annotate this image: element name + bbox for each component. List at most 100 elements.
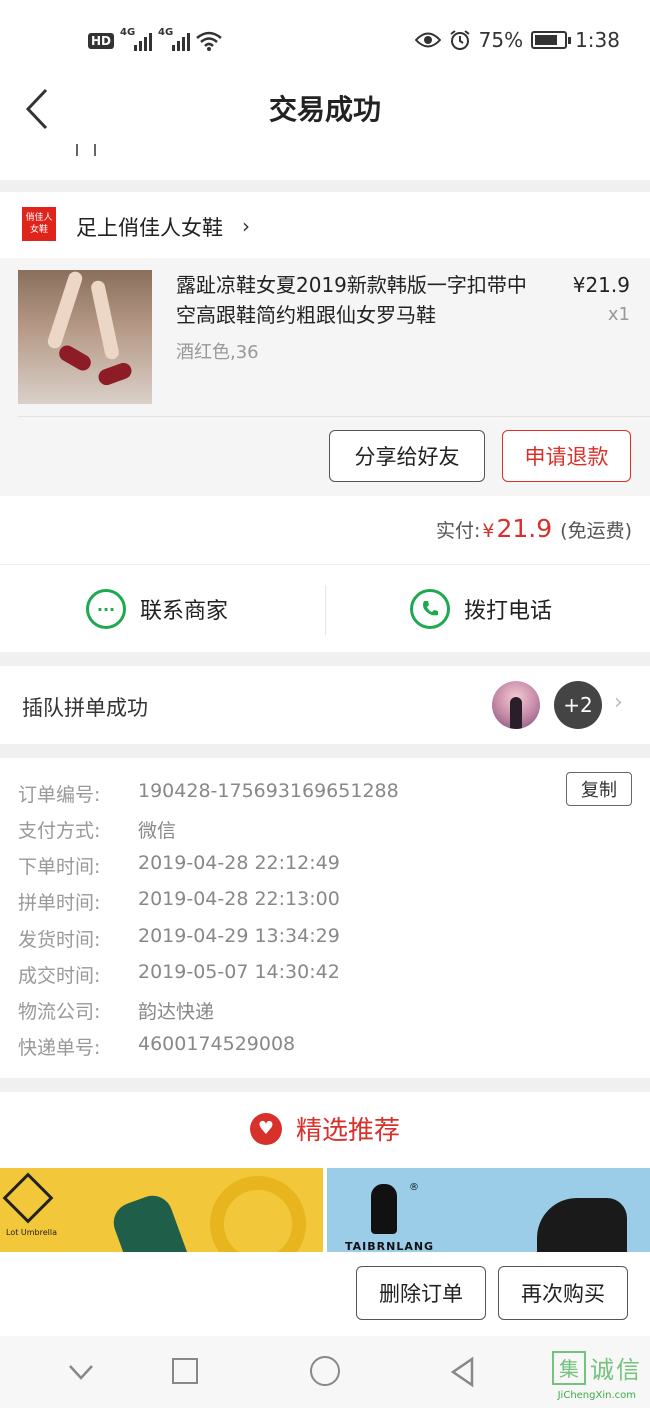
watermark: 集 诚信 bbox=[552, 1350, 642, 1385]
order-info: 订单编号: 190428-175693169651288 复制 支付方式: 微信… bbox=[0, 758, 650, 1078]
refund-button[interactable]: 申请退款 bbox=[502, 430, 631, 482]
info-value: 2019-05-07 14:30:42 bbox=[138, 961, 340, 983]
brand-name: Lot Umbrella bbox=[6, 1228, 57, 1237]
delete-order-button[interactable]: 删除订单 bbox=[356, 1266, 486, 1320]
info-row-deal-time: 成交时间: 2019-05-07 14:30:42 bbox=[18, 961, 340, 988]
bottom-action-bar: 删除订单 再次购买 bbox=[0, 1252, 650, 1336]
info-value: 微信 bbox=[138, 820, 177, 842]
divider bbox=[325, 585, 326, 635]
signal-icon: 4G bbox=[158, 27, 191, 51]
phone-icon bbox=[410, 589, 450, 629]
copy-button[interactable]: 复制 bbox=[566, 772, 632, 806]
info-value[interactable]: 4600174529008 bbox=[138, 1033, 295, 1060]
status-bar: HD 4G 4G 75% 1:38 bbox=[0, 0, 650, 80]
info-row-group-time: 拼单时间: 2019-04-28 22:13:00 bbox=[18, 888, 340, 915]
chevron-right-icon: › bbox=[614, 690, 623, 715]
info-row-tracking: 快递单号: 4600174529008 bbox=[18, 1033, 295, 1060]
payment-label: 实付: bbox=[436, 520, 481, 542]
payment-note: (免运费) bbox=[560, 520, 632, 542]
network-type: 4G bbox=[158, 27, 174, 38]
alarm-icon bbox=[450, 30, 470, 50]
info-label: 订单编号: bbox=[18, 784, 101, 806]
store-name[interactable]: 足上俏佳人女鞋 bbox=[76, 212, 223, 242]
chevron-down-icon[interactable] bbox=[66, 1354, 96, 1390]
avatar-more[interactable]: +2 bbox=[554, 681, 602, 729]
system-nav-bar: 集 诚信 JiChengXin.com bbox=[0, 1336, 650, 1408]
eye-icon bbox=[414, 32, 441, 48]
info-value: 2019-04-28 22:13:00 bbox=[138, 888, 340, 910]
recommend-section: ♥ 精选推荐 Lot Umbrella ® TAIBRNLANG bbox=[0, 1092, 650, 1252]
product-quantity: x1 bbox=[607, 304, 630, 325]
info-row-payment-method: 支付方式: 微信 bbox=[18, 816, 176, 843]
registered-mark: ® bbox=[409, 1182, 419, 1193]
watermark-text: 诚信 bbox=[590, 1356, 642, 1384]
chat-icon: ··· bbox=[86, 589, 126, 629]
info-label: 物流公司: bbox=[18, 1001, 101, 1023]
recommend-title: 精选推荐 bbox=[295, 1116, 400, 1146]
info-label: 支付方式: bbox=[18, 820, 101, 842]
info-value: 韵达快递 bbox=[138, 1001, 215, 1023]
info-value: 2019-04-28 22:12:49 bbox=[138, 852, 340, 874]
scroll-artifact bbox=[76, 144, 96, 156]
buy-again-button[interactable]: 再次购买 bbox=[498, 1266, 628, 1320]
info-label: 发货时间: bbox=[18, 929, 101, 951]
product-title[interactable]: 露趾凉鞋女夏2019新款韩版一字扣带中空高跟鞋简约粗跟仙女罗马鞋 bbox=[176, 270, 546, 330]
call-phone-label: 拨打电话 bbox=[464, 599, 553, 624]
call-phone-button[interactable]: 拨打电话 bbox=[410, 565, 552, 653]
product-variant: 酒红色,36 bbox=[176, 342, 259, 363]
info-value: 190428-175693169651288 bbox=[138, 780, 399, 802]
payment-row: 实付: ¥ 21.9 (免运费) bbox=[436, 514, 632, 543]
battery-percent: 75% bbox=[478, 28, 524, 52]
payment-summary: 实付: ¥ 21.9 (免运费) bbox=[0, 496, 650, 564]
chevron-right-icon: › bbox=[242, 214, 250, 238]
info-label: 下单时间: bbox=[18, 856, 101, 878]
headphone-image bbox=[210, 1176, 306, 1252]
battery-icon bbox=[531, 31, 572, 49]
info-row-order-time: 下单时间: 2019-04-28 22:12:49 bbox=[18, 852, 340, 879]
recents-icon[interactable] bbox=[172, 1358, 198, 1384]
avatar[interactable] bbox=[492, 681, 540, 729]
info-row-order-number: 订单编号: 190428-175693169651288 bbox=[18, 780, 399, 807]
brand-logo bbox=[2, 1172, 54, 1224]
recommend-header: ♥ 精选推荐 bbox=[0, 1110, 650, 1147]
share-button[interactable]: 分享给好友 bbox=[329, 430, 485, 482]
payment-amount: 21.9 bbox=[496, 514, 553, 543]
info-row-logistics: 物流公司: 韵达快递 bbox=[18, 997, 214, 1024]
recommend-card[interactable]: Lot Umbrella bbox=[0, 1168, 323, 1252]
contact-merchant-label: 联系商家 bbox=[140, 599, 229, 624]
divider bbox=[18, 416, 650, 417]
back-triangle-icon[interactable] bbox=[448, 1354, 478, 1390]
umbrella-image bbox=[108, 1190, 192, 1252]
page-title: 交易成功 bbox=[268, 93, 381, 126]
product-image[interactable] bbox=[18, 270, 152, 404]
info-row-ship-time: 发货时间: 2019-04-29 13:34:29 bbox=[18, 925, 340, 952]
watermark-logo: 集 bbox=[552, 1350, 586, 1385]
product-price: ¥21.9 bbox=[572, 273, 630, 297]
network-type: 4G bbox=[120, 27, 136, 38]
info-value: 2019-04-29 13:34:29 bbox=[138, 925, 340, 947]
contact-bar: ··· 联系商家 拨打电话 bbox=[0, 564, 650, 652]
product-image bbox=[537, 1198, 627, 1252]
signal-icon: 4G bbox=[120, 27, 153, 51]
contact-merchant-button[interactable]: ··· 联系商家 bbox=[86, 565, 228, 653]
info-label: 拼单时间: bbox=[18, 892, 101, 914]
brand-name: TAIBRNLANG bbox=[345, 1240, 435, 1252]
product-card[interactable]: 露趾凉鞋女夏2019新款韩版一字扣带中空高跟鞋简约粗跟仙女罗马鞋 ¥21.9 x… bbox=[0, 258, 650, 496]
clock-time: 1:38 bbox=[575, 28, 620, 52]
info-label: 成交时间: bbox=[18, 965, 101, 987]
status-left: HD 4G 4G bbox=[88, 27, 222, 54]
home-icon[interactable] bbox=[310, 1356, 340, 1386]
payment-currency: ¥ bbox=[482, 520, 495, 542]
group-buy-row[interactable]: 插队拼单成功 +2 › bbox=[0, 666, 650, 744]
store-logo: 俏佳人 女鞋 bbox=[22, 207, 56, 241]
wolf-logo bbox=[371, 1184, 397, 1234]
heart-icon: ♥ bbox=[249, 1112, 282, 1145]
store-header[interactable]: 俏佳人 女鞋 足上俏佳人女鞋 › bbox=[0, 192, 650, 258]
status-right: 75% 1:38 bbox=[414, 26, 620, 54]
info-label: 快递单号: bbox=[18, 1037, 101, 1059]
wifi-icon bbox=[196, 31, 222, 51]
recommend-card[interactable]: ® TAIBRNLANG bbox=[327, 1168, 650, 1252]
watermark-url: JiChengXin.com bbox=[557, 1390, 636, 1401]
hd-badge: HD bbox=[88, 33, 115, 49]
group-buy-title: 插队拼单成功 bbox=[22, 696, 148, 720]
